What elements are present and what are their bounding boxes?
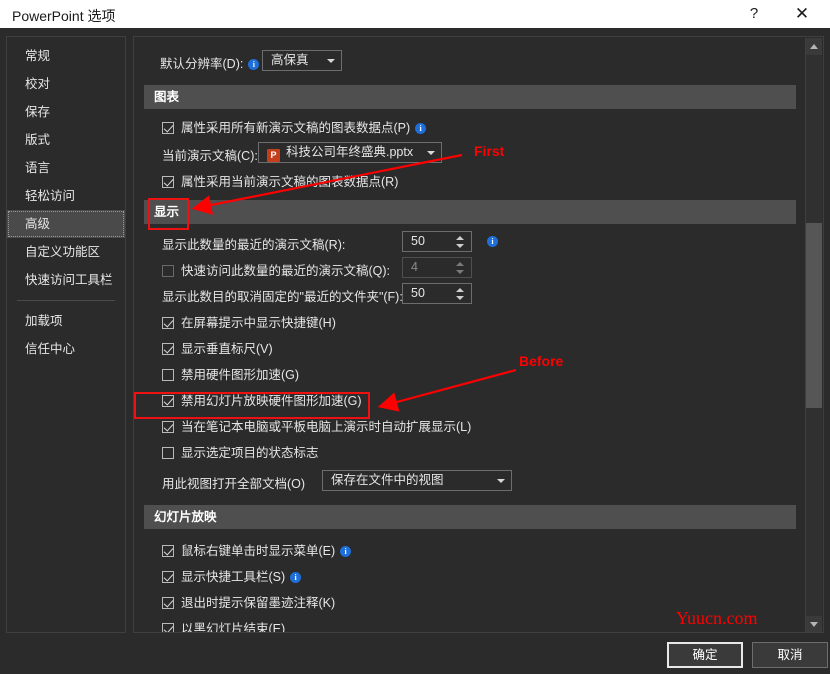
sidebar-divider <box>17 300 115 301</box>
checkbox-show-shortcut-keys[interactable] <box>162 317 174 329</box>
checkbox-disable-slideshow-hardware-acceleration[interactable] <box>162 395 174 407</box>
window-title: PowerPoint 选项 <box>12 8 116 24</box>
annotation-label-first: First <box>474 143 505 159</box>
sidebar-nav: 常规 校对 保存 版式 语言 轻松访问 高级 自定义功能区 快速访问工具栏 加载… <box>6 36 126 633</box>
right-click-menu-row[interactable]: 鼠标右键单击时显示菜单(E) i <box>162 540 352 559</box>
open-view-dropdown[interactable]: 保存在文件中的视图 <box>322 470 512 491</box>
checkbox-all-new-presentations[interactable] <box>162 122 174 134</box>
checkbox-current-presentation[interactable] <box>162 176 174 188</box>
chevron-down-icon <box>810 622 818 627</box>
chart-current-checkbox-row[interactable]: 属性采用当前演示文稿的图表数据点(R) <box>162 171 398 190</box>
open-view-label: 用此视图打开全部文档(O) <box>162 477 306 491</box>
section-header-display: 显示 <box>144 200 796 224</box>
sidebar-item-language[interactable]: 语言 <box>7 154 125 182</box>
stepper-up-icon <box>456 262 464 266</box>
sidebar-item-accessibility[interactable]: 轻松访问 <box>7 182 125 210</box>
info-icon[interactable]: i <box>248 59 260 70</box>
vertical-scrollbar[interactable] <box>805 38 822 632</box>
checkbox-auto-extend-display[interactable] <box>162 421 174 433</box>
sidebar-item-trust-center[interactable]: 信任中心 <box>7 335 125 363</box>
watermark: Yuucn.com <box>676 608 758 628</box>
stepper-down-icon[interactable] <box>456 296 464 300</box>
quick-toolbar-row[interactable]: 显示快捷工具栏(S) i <box>162 566 302 585</box>
section-header-chart: 图表 <box>144 85 796 109</box>
chevron-down-icon <box>497 479 505 483</box>
section-header-slideshow: 幻灯片放映 <box>144 505 796 529</box>
options-pane: 默认分辨率(D): i 高保真 图表 属性采用所有新演示文稿的图表数据点(P) i … <box>133 36 824 633</box>
disable-slideshow-hw-accel-row[interactable]: 禁用幻灯片放映硬件图形加速(G) <box>162 390 362 409</box>
default-resolution-label: 默认分辨率(D): i <box>160 53 260 72</box>
default-resolution-dropdown[interactable]: 高保真 <box>262 50 342 71</box>
end-black-row[interactable]: 以黑幻灯片结束(E) <box>162 618 285 632</box>
checkbox-show-quick-toolbar[interactable] <box>162 571 174 583</box>
sidebar-item-quick-access-toolbar[interactable]: 快速访问工具栏 <box>7 266 125 294</box>
scroll-down-button[interactable] <box>806 616 822 632</box>
scrollbar-thumb[interactable] <box>806 223 822 408</box>
ok-button[interactable]: 确定 <box>667 642 743 668</box>
stepper-up-icon[interactable] <box>456 236 464 240</box>
options-pane-content: 默认分辨率(D): i 高保真 图表 属性采用所有新演示文稿的图表数据点(P) i … <box>134 37 806 632</box>
checkbox-quick-access-recent[interactable] <box>162 265 174 277</box>
checkbox-end-with-black-slide[interactable] <box>162 623 174 632</box>
current-presentation-label: 当前演示文稿(C): <box>162 149 258 163</box>
checkbox-right-click-menu[interactable] <box>162 545 174 557</box>
recent-folders-label: 显示此数目的取消固定的"最近的文件夹"(F): <box>162 290 403 304</box>
dialog-footer: 确定 取消 <box>0 640 830 674</box>
powerpoint-file-icon: P <box>267 149 280 162</box>
chevron-down-icon <box>427 151 435 155</box>
recent-presentations-stepper[interactable]: 50 <box>402 231 472 252</box>
cancel-button[interactable]: 取消 <box>752 642 828 668</box>
sidebar-item-proofing[interactable]: 校对 <box>7 70 125 98</box>
chart-all-new-checkbox-row[interactable]: 属性采用所有新演示文稿的图表数据点(P) i <box>162 117 427 136</box>
sidebar-item-customize-ribbon[interactable]: 自定义功能区 <box>7 238 125 266</box>
checkbox-prompt-keep-ink[interactable] <box>162 597 174 609</box>
title-bar: PowerPoint 选项 ? ✕ <box>0 0 830 28</box>
close-icon[interactable]: ✕ <box>780 0 824 28</box>
chevron-down-icon <box>327 59 335 63</box>
checkbox-disable-hardware-acceleration[interactable] <box>162 369 174 381</box>
stepper-down-icon <box>456 270 464 274</box>
checkbox-show-vertical-ruler[interactable] <box>162 343 174 355</box>
disable-hw-accel-row[interactable]: 禁用硬件图形加速(G) <box>162 364 299 383</box>
stepper-up-icon[interactable] <box>456 288 464 292</box>
sidebar-item-advanced[interactable]: 高级 <box>7 210 125 238</box>
dialog-body: 常规 校对 保存 版式 语言 轻松访问 高级 自定义功能区 快速访问工具栏 加载… <box>0 28 830 640</box>
shortcut-keys-row[interactable]: 在屏幕提示中显示快捷键(H) <box>162 312 336 331</box>
sidebar-item-layout[interactable]: 版式 <box>7 126 125 154</box>
auto-extend-row[interactable]: 当在笔记本电脑或平板电脑上演示时自动扩展显示(L) <box>162 416 471 435</box>
quick-access-recent-stepper: 4 <box>402 257 472 278</box>
help-icon[interactable]: ? <box>732 0 776 28</box>
quick-access-recent-row[interactable]: 快速访问此数量的最近的演示文稿(Q): <box>162 260 390 279</box>
keep-ink-row[interactable]: 退出时提示保留墨迹注释(K) <box>162 592 335 611</box>
sidebar-item-save[interactable]: 保存 <box>7 98 125 126</box>
checkbox-show-status-flags[interactable] <box>162 447 174 459</box>
sidebar-item-general[interactable]: 常规 <box>7 42 125 70</box>
annotation-label-before: Before <box>519 353 564 369</box>
scroll-up-button[interactable] <box>806 38 822 55</box>
info-icon[interactable]: i <box>487 236 498 247</box>
sidebar-item-addins[interactable]: 加载项 <box>7 307 125 335</box>
recent-presentations-label: 显示此数量的最近的演示文稿(R): <box>162 238 346 252</box>
stepper-down-icon[interactable] <box>456 244 464 248</box>
info-icon[interactable]: i <box>290 572 302 583</box>
recent-folders-stepper[interactable]: 50 <box>402 283 472 304</box>
info-icon[interactable]: i <box>415 123 427 134</box>
chevron-up-icon <box>810 44 818 49</box>
status-flags-row[interactable]: 显示选定项目的状态标志 <box>162 442 319 461</box>
info-icon[interactable]: i <box>340 546 352 557</box>
vertical-ruler-row[interactable]: 显示垂直标尺(V) <box>162 338 273 357</box>
current-presentation-dropdown[interactable]: P 科技公司年终盛典.pptx <box>258 142 442 163</box>
